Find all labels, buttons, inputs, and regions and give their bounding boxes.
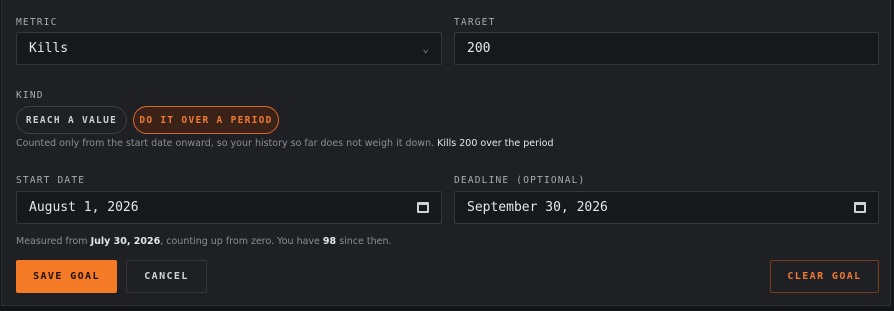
measured-suffix: since then. bbox=[339, 236, 392, 247]
measured-prefix: Measured from bbox=[16, 236, 88, 247]
deadline-input[interactable]: September 30, 2026 bbox=[454, 191, 879, 224]
kind-over-period-button[interactable]: DO IT OVER A PERIOD bbox=[133, 106, 279, 134]
kind-hint-highlight: Kills 200 over the period bbox=[437, 138, 554, 149]
metric-select[interactable]: Kills ⌄ bbox=[16, 32, 442, 65]
metric-label: METRIC bbox=[16, 17, 58, 28]
deadline-label: DEADLINE (OPTIONAL) bbox=[454, 175, 586, 186]
target-input[interactable]: 200 bbox=[454, 32, 879, 65]
kind-label: KIND bbox=[16, 90, 44, 101]
kind-hint-text: Counted only from the start date onward,… bbox=[16, 138, 435, 149]
measured-date: July 30, 2026 bbox=[90, 236, 161, 247]
metric-value: Kills bbox=[29, 41, 69, 56]
clear-goal-button[interactable]: CLEAR GOAL bbox=[770, 260, 879, 293]
measured-count: 98 bbox=[322, 236, 337, 247]
calendar-icon[interactable] bbox=[417, 202, 429, 213]
kind-reach-value-button[interactable]: REACH A VALUE bbox=[16, 106, 127, 134]
kind-hint: Counted only from the start date onward,… bbox=[16, 138, 554, 149]
goal-form-panel: METRIC Kills ⌄ TARGET 200 KIND REACH A V… bbox=[1, 0, 891, 306]
chevron-down-icon: ⌄ bbox=[422, 42, 429, 55]
kind-over-period-label: DO IT OVER A PERIOD bbox=[139, 114, 273, 126]
deadline-value: September 30, 2026 bbox=[467, 200, 608, 215]
target-label: TARGET bbox=[454, 17, 496, 28]
start-date-value: August 1, 2026 bbox=[29, 200, 139, 215]
start-date-label: START DATE bbox=[16, 175, 86, 186]
save-goal-button[interactable]: SAVE GOAL bbox=[16, 260, 117, 293]
start-date-input[interactable]: August 1, 2026 bbox=[16, 191, 442, 224]
kind-reach-value-label: REACH A VALUE bbox=[25, 114, 118, 126]
measured-note: Measured from July 30, 2026, counting up… bbox=[16, 236, 392, 247]
calendar-icon[interactable] bbox=[854, 202, 866, 213]
target-value: 200 bbox=[467, 41, 491, 56]
cancel-button[interactable]: CANCEL bbox=[126, 260, 207, 293]
measured-middle: , counting up from zero. You have bbox=[160, 236, 320, 247]
